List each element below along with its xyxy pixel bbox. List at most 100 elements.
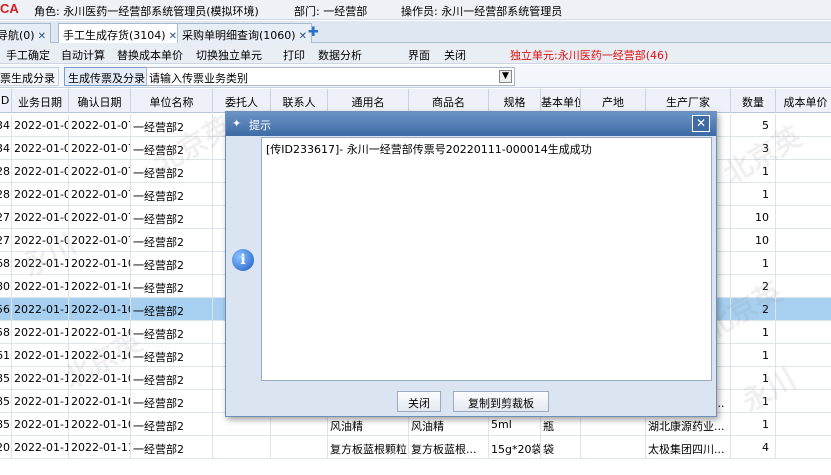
table-cell[interactable]: 2022-01-10 (69, 298, 131, 321)
table-cell[interactable]: 34 (0, 137, 12, 160)
table-cell[interactable]: 1 (731, 390, 776, 413)
table-cell[interactable]: 80 (0, 275, 12, 298)
table-cell[interactable]: 15g*20袋 (489, 436, 541, 459)
table-cell[interactable]: 一经营部2 (131, 367, 213, 390)
table-cell[interactable] (776, 183, 831, 206)
add-tab-icon[interactable]: ✚ (308, 25, 319, 40)
table-cell[interactable]: 复方板蓝根颗粒 (328, 436, 409, 459)
table-cell[interactable]: 2022-01-10 (12, 252, 69, 275)
column-header[interactable]: 确认日期 (69, 89, 131, 113)
switch-unit-button[interactable]: 切换独立单元 (196, 47, 262, 63)
table-cell[interactable]: 2022-01-10 (69, 321, 131, 344)
table-cell[interactable] (776, 206, 831, 229)
table-cell[interactable]: 一经营部2 (131, 321, 213, 344)
close-icon[interactable]: ✕ (299, 31, 307, 42)
table-cell[interactable] (776, 229, 831, 252)
table-cell[interactable]: 2022-01-10 (12, 344, 69, 367)
table-cell[interactable] (776, 275, 831, 298)
replace-cost-price-button[interactable]: 替换成本单价 (117, 47, 183, 63)
table-cell[interactable]: 28 (0, 160, 12, 183)
table-cell[interactable]: 复方板蓝根... (409, 436, 489, 459)
table-cell[interactable]: 20 (0, 436, 12, 459)
dialog-titlebar[interactable]: ✦ 提示 ✕ (226, 112, 716, 136)
table-cell[interactable] (776, 298, 831, 321)
table-cell[interactable]: 2022-01-10 (12, 413, 69, 436)
table-cell[interactable] (581, 436, 646, 459)
table-cell[interactable]: 27 (0, 206, 12, 229)
table-cell[interactable]: 56 (0, 298, 12, 321)
table-cell[interactable]: 一经营部2 (131, 160, 213, 183)
tab-manual-inventory[interactable]: 手工生成存货(3104) ✕ (58, 23, 182, 44)
print-button[interactable]: 打印 (283, 47, 305, 63)
table-cell[interactable]: 2022-01-07 (69, 206, 131, 229)
column-header[interactable]: 商品名 (409, 89, 489, 113)
table-cell[interactable] (776, 436, 831, 459)
table-cell[interactable]: 一经营部2 (131, 344, 213, 367)
column-header[interactable]: 产地 (581, 89, 646, 113)
table-cell[interactable]: 85 (0, 413, 12, 436)
table-cell[interactable]: 一经营部2 (131, 275, 213, 298)
table-cell[interactable]: 2022-01-10 (69, 413, 131, 436)
table-cell[interactable]: 34 (0, 114, 12, 137)
tab-purchase-detail[interactable]: 采购单明细查询(1060) ✕ (177, 23, 312, 43)
table-cell[interactable]: 2022-01-07 (12, 114, 69, 137)
table-cell[interactable]: 一经营部2 (131, 206, 213, 229)
table-cell[interactable]: 2022-01-07 (12, 160, 69, 183)
table-cell[interactable]: 1 (731, 252, 776, 275)
column-header[interactable]: 基本单位 (541, 89, 581, 113)
column-header[interactable]: 生产厂家 (646, 89, 731, 113)
table-cell[interactable]: 一经营部2 (131, 183, 213, 206)
table-cell[interactable] (776, 114, 831, 137)
table-cell[interactable]: 2022-01-11 (12, 436, 69, 459)
column-header[interactable]: ID (0, 89, 12, 113)
auto-calc-button[interactable]: 自动计算 (61, 47, 105, 63)
table-cell[interactable]: 袋 (541, 436, 581, 459)
tab-navigation[interactable]: 导航(0) ✕ (0, 23, 51, 43)
table-cell[interactable]: 1 (731, 344, 776, 367)
table-cell[interactable]: 61 (0, 344, 12, 367)
table-cell[interactable]: 2022-01-07 (12, 183, 69, 206)
table-cell[interactable]: 1 (731, 413, 776, 436)
voucher-type-combo[interactable]: 请输入传票业务类别 ▼ (146, 67, 515, 86)
gen-entry-button[interactable]: 票生成分录 (0, 67, 59, 86)
table-cell[interactable]: 4 (731, 436, 776, 459)
table-cell[interactable]: 太极集团四川... (646, 436, 731, 459)
table-cell[interactable]: 2022-01-07 (69, 160, 131, 183)
dropdown-arrow-icon[interactable]: ▼ (499, 70, 512, 83)
table-cell[interactable] (776, 413, 831, 436)
data-analysis-button[interactable]: 数据分析 (318, 47, 362, 63)
table-cell[interactable]: 2022-01-07 (69, 229, 131, 252)
table-cell[interactable]: 一经营部2 (131, 137, 213, 160)
column-header[interactable]: 规格 (489, 89, 541, 113)
table-cell[interactable]: 58 (0, 321, 12, 344)
table-cell[interactable]: 2022-01-10 (69, 275, 131, 298)
table-cell[interactable]: 10 (731, 229, 776, 252)
table-cell[interactable]: 一经营部2 (131, 436, 213, 459)
table-cell[interactable]: 2022-01-07 (69, 137, 131, 160)
table-cell[interactable]: 2022-01-07 (69, 183, 131, 206)
column-header[interactable]: 成本单价 (776, 89, 831, 113)
table-cell[interactable]: 2022-01-11 (69, 436, 131, 459)
table-cell[interactable] (776, 137, 831, 160)
table-cell[interactable]: 10 (731, 206, 776, 229)
table-cell[interactable]: 2022-01-10 (69, 344, 131, 367)
table-cell[interactable]: 2022-01-10 (69, 367, 131, 390)
close-icon[interactable]: ✕ (38, 31, 46, 42)
table-cell[interactable]: 2022-01-07 (69, 114, 131, 137)
manual-confirm-button[interactable]: 手工确定 (6, 47, 50, 63)
dialog-message-box[interactable]: [传ID233617]- 永川一经营部传票号20220111-000014生成成… (261, 137, 712, 381)
table-cell[interactable]: 1 (731, 183, 776, 206)
dialog-close-button[interactable]: 关闭 (397, 391, 441, 412)
table-cell[interactable]: 3 (731, 137, 776, 160)
close-icon[interactable]: ✕ (169, 31, 177, 42)
table-cell[interactable] (776, 160, 831, 183)
column-header[interactable]: 通用名 (328, 89, 409, 113)
table-cell[interactable]: 1 (731, 160, 776, 183)
table-cell[interactable] (213, 436, 271, 459)
column-header[interactable]: 联系人 (271, 89, 328, 113)
gen-voucher-entry-button[interactable]: 生成传票及分录 (64, 67, 149, 86)
table-cell[interactable]: 2022-01-07 (12, 229, 69, 252)
table-cell[interactable] (271, 436, 328, 459)
column-header[interactable]: 单位名称 (131, 89, 213, 113)
table-cell[interactable]: 2 (731, 298, 776, 321)
